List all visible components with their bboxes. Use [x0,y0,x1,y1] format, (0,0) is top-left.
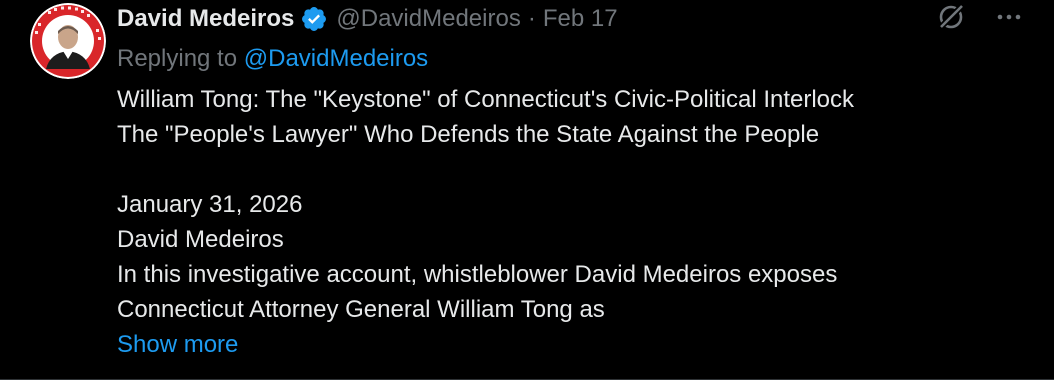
tweet-text-line: In this investigative account, whistlebl… [117,261,838,288]
tweet-text-line [117,152,1034,187]
show-more-link[interactable]: Show more [117,327,1034,362]
tweet-text-line: The "People's Lawyer" Who Defends the St… [117,121,820,148]
avatar-photo-icon [30,3,106,79]
tweet-text-line: William Tong: The "Keystone" of Connecti… [117,86,855,113]
tweet-date[interactable]: Feb 17 [543,0,618,38]
more-icon[interactable] [994,2,1024,32]
author-name[interactable]: David Medeiros [117,0,294,38]
tweet-text-line: Connecticut Attorney General William Ton… [117,296,605,323]
tweet-text-line: David Medeiros [117,226,284,253]
header-actions [936,2,1024,32]
avatar[interactable] [30,3,106,79]
tweet-header: David Medeiros @DavidMedeiros · Feb 17 [117,0,1034,38]
reply-context: Replying to @DavidMedeiros [117,40,1034,78]
separator-dot: · [527,5,536,32]
reply-mention-link[interactable]: @DavidMedeiros [244,45,428,72]
grok-icon[interactable] [936,2,966,32]
tweet-text-line: January 31, 2026 [117,191,303,218]
tweet-text: William Tong: The "Keystone" of Connecti… [117,82,1034,362]
author-handle[interactable]: @DavidMedeiros [336,0,520,38]
tweet[interactable]: David Medeiros @DavidMedeiros · Feb 17 R… [0,0,1054,380]
verified-badge-icon[interactable] [300,5,328,33]
tweet-content: David Medeiros @DavidMedeiros · Feb 17 R… [117,0,1034,362]
reply-prefix: Replying to [117,45,238,72]
